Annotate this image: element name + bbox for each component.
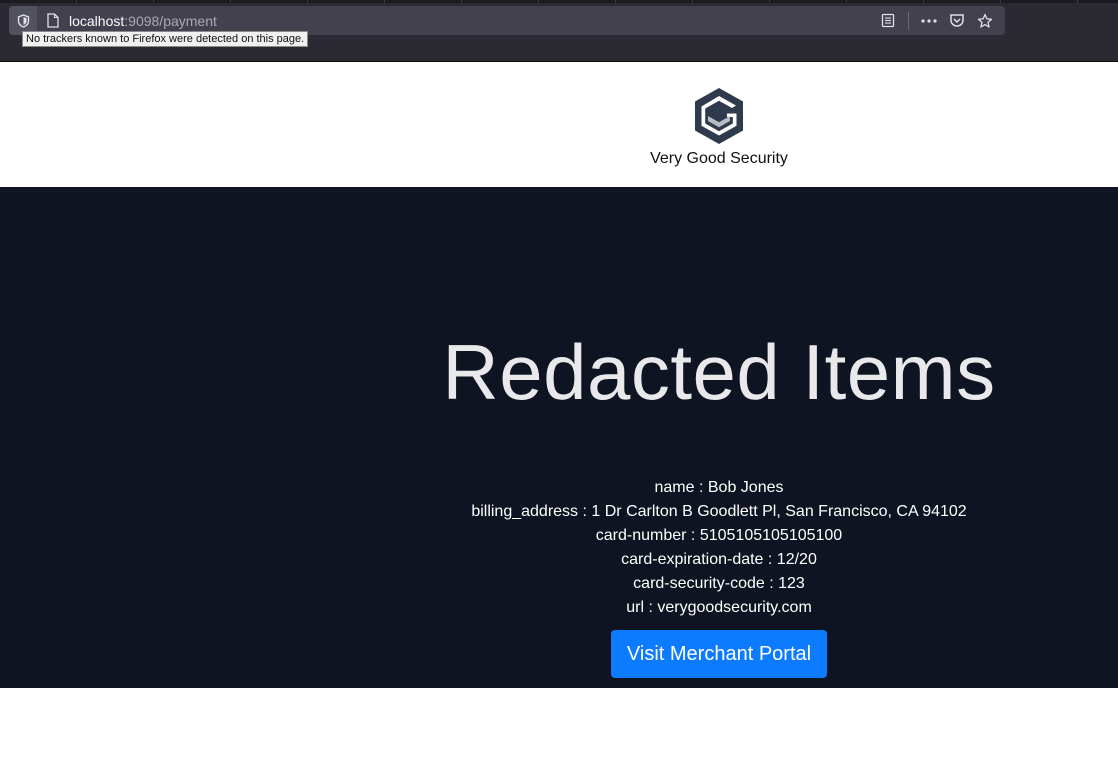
url-bar-actions	[874, 6, 999, 35]
visit-merchant-portal-button[interactable]: Visit Merchant Portal	[611, 630, 827, 678]
field-value: 1 Dr Carlton B Goodlett Pl, San Francisc…	[591, 503, 967, 520]
field-label: url	[626, 599, 644, 616]
page-icon	[46, 13, 60, 28]
field-label: billing_address	[471, 503, 579, 520]
url-path: :9098/payment	[124, 13, 217, 29]
vgs-logo-icon[interactable]	[692, 86, 746, 146]
field-row: billing_address : 1 Dr Carlton B Goodlet…	[471, 503, 967, 520]
url-host: localhost	[69, 13, 125, 29]
brand-name: Very Good Security	[650, 150, 788, 167]
field-label: card-security-code	[633, 575, 765, 592]
field-row: card-security-code : 123	[633, 575, 805, 592]
field-value: 123	[778, 575, 805, 592]
field-label: name	[654, 479, 695, 496]
url-text[interactable]: localhost:9098/payment	[69, 13, 217, 29]
field-row: card-expiration-date : 12/20	[621, 551, 817, 568]
pocket-icon[interactable]	[943, 6, 971, 35]
page-title: Redacted Items	[442, 328, 996, 416]
field-value: 5105105105105100	[699, 527, 843, 544]
tab-strip	[0, 0, 1118, 3]
tracker-tooltip: No trackers known to Firefox were detect…	[22, 31, 309, 47]
field-value: 12/20	[776, 551, 817, 568]
field-label: card-number	[595, 527, 687, 544]
redacted-section: Redacted Items name : Bob Jones billing_…	[0, 187, 1118, 688]
redacted-fields: name : Bob Jones billing_address : 1 Dr …	[320, 476, 1118, 620]
field-row: card-number : 5105105105105100	[595, 527, 843, 544]
field-value: Bob Jones	[707, 479, 784, 496]
field-row: url : verygoodsecurity.com	[626, 599, 812, 616]
toolbar-separator	[908, 11, 909, 30]
more-icon[interactable]	[915, 6, 943, 35]
field-label: card-expiration-date	[621, 551, 764, 568]
field-row: name : Bob Jones	[654, 479, 784, 496]
browser-chrome: localhost:9098/payment No trackers known…	[0, 0, 1118, 62]
reader-view-icon[interactable]	[874, 6, 902, 35]
field-value: verygoodsecurity.com	[657, 599, 812, 616]
bookmark-star-icon[interactable]	[971, 6, 999, 35]
site-header: Very Good Security	[0, 62, 1118, 187]
